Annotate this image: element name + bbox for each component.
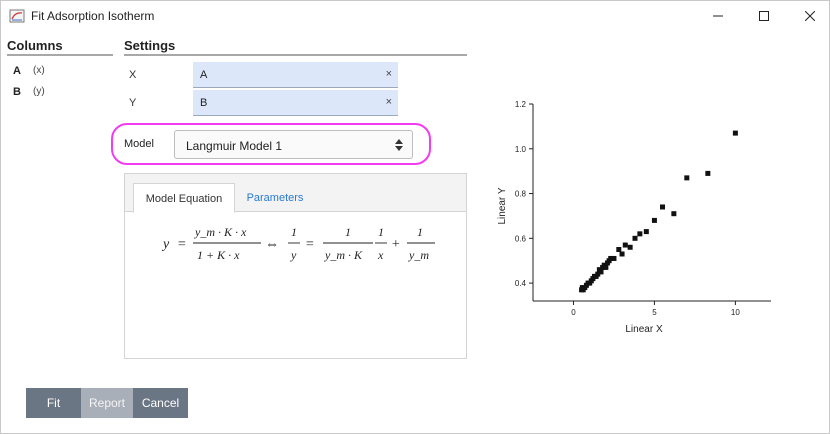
dialog-window: Fit Adsorption Isotherm Columns A (x) B … [0,0,830,434]
eq-num3: 1 [345,225,351,239]
model-equation: y = y_m · K · x 1 + K · x ⇔ 1 y = 1 y_m … [161,225,435,262]
eq-lhs: y [161,237,170,252]
data-point [632,235,638,241]
minimize-icon [713,15,723,17]
eq-num5: 1 [417,225,423,239]
model-select[interactable]: Langmuir Model 1 [174,130,413,159]
column-desc: (x) [33,65,45,76]
data-point [732,130,738,136]
data-point [660,204,666,210]
y-tick-label: 0.4 [515,279,527,288]
column-name: A [13,65,21,77]
data-point [671,211,677,217]
data-point [611,255,617,261]
close-button[interactable] [787,1,830,31]
eq-den5: y_m [408,248,429,262]
svg-text:=: = [177,237,186,252]
eq-den4: x [377,248,384,262]
report-button[interactable]: Report [81,388,133,418]
data-point [603,264,609,270]
svg-text:=: = [305,237,314,252]
preview-chart: 0 5 10 0.4 0.6 0.8 1.0 1.2 Linear X Linear Y [497,100,771,335]
settings-divider [124,54,467,56]
data-point [598,269,604,275]
column-desc: (y) [33,86,45,97]
eq-iff: ⇔ [265,237,279,252]
y-tick-label: 0.6 [515,234,527,243]
maximize-button[interactable] [741,1,787,31]
x-tick-label: 5 [652,308,657,317]
settings-header: Settings [124,38,176,53]
maximize-icon [759,11,769,21]
app-icon [9,9,25,23]
equation-panel: Model Equation Parameters y = y_m · K · … [124,173,467,359]
eq-den1: 1 + K · x [197,248,240,262]
cancel-button[interactable]: Cancel [133,388,188,418]
window-title: Fit Adsorption Isotherm [31,9,155,23]
column-item-a[interactable]: A (x) [13,65,45,77]
chart-points [579,130,738,293]
x-clear-icon[interactable]: × [386,68,392,80]
columns-divider [7,54,113,56]
y-tick-label: 0.8 [515,190,527,199]
close-icon [805,11,815,21]
model-label: Model [124,138,154,150]
title-bar: Fit Adsorption Isotherm [1,1,829,31]
x-axis-label: Linear X [625,324,663,335]
fit-button[interactable]: Fit [26,388,81,418]
data-point [619,251,625,257]
y-field-value: B [200,97,208,109]
data-point [684,175,690,181]
columns-header: Columns [7,38,63,53]
eq-num4: 1 [378,225,384,239]
y-tick-label: 1.2 [515,100,527,109]
tab-model-equation[interactable]: Model Equation [133,183,235,213]
y-clear-icon[interactable]: × [386,96,392,108]
eq-den3: y_m · K [324,248,363,262]
chart-axes: 0 5 10 0.4 0.6 0.8 1.0 1.2 [515,100,771,317]
eq-num1: y_m · K · x [194,225,247,239]
y-field[interactable]: B × [193,90,398,116]
data-point [627,244,633,250]
y-axis-label: Linear Y [497,187,508,224]
x-field-value: A [200,69,208,81]
x-field[interactable]: A × [193,62,398,88]
y-tick-label: 1.0 [515,145,527,154]
eq-plus: + [391,237,400,252]
data-point [643,229,649,235]
x-label: X [129,69,137,81]
model-select-value: Langmuir Model 1 [186,139,283,153]
data-point [622,242,628,248]
eq-den2: y [290,248,297,262]
y-label: Y [129,97,137,109]
x-tick-label: 0 [571,308,576,317]
tab-parameters[interactable]: Parameters [239,183,311,213]
data-point [637,231,643,237]
up-down-arrows-icon [395,139,403,151]
column-name: B [13,86,21,98]
x-tick-label: 10 [731,308,740,317]
data-point [616,247,622,253]
minimize-button[interactable] [695,1,741,31]
column-item-b[interactable]: B (y) [13,86,45,98]
data-point [651,217,657,223]
data-point [705,170,711,176]
eq-num2: 1 [291,225,297,239]
